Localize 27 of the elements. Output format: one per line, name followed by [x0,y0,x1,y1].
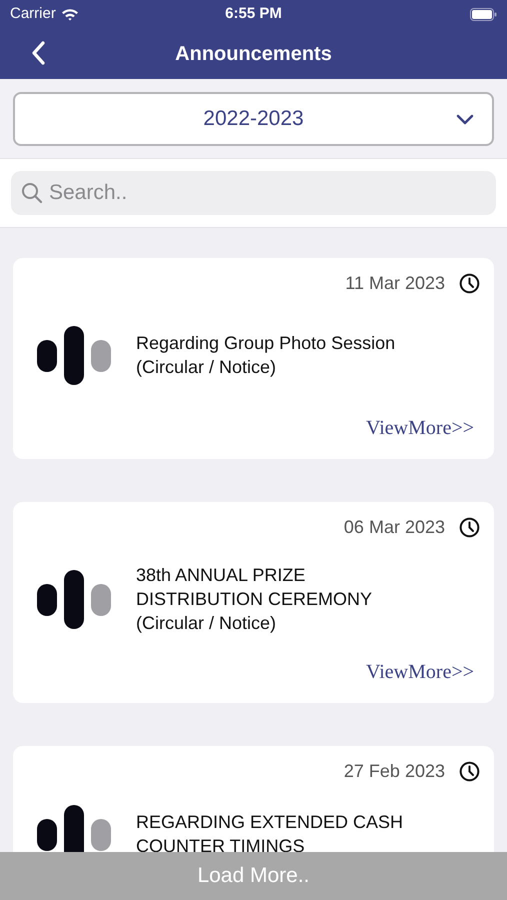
clock-icon [459,517,480,538]
sound-bars-icon [37,804,111,852]
year-dropdown[interactable]: 2022-2023 [13,92,494,146]
sound-bars-icon [37,326,111,384]
announcement-title: 38th ANNUAL PRIZE DISTRIBUTION CEREMONY (Circular / Notice) [136,564,372,635]
view-more-link[interactable]: ViewMore>> [366,657,474,687]
view-more-link[interactable]: ViewMore>> [366,413,474,443]
back-chevron-icon [31,41,45,65]
announcement-title: Regarding Group Photo Session (Circular / Notice) [136,332,396,379]
date-label: 27 Feb 2023 [344,760,445,783]
wifi-icon [60,8,79,20]
chevron-down-icon [456,114,474,124]
status-time: 6:55 PM [225,4,282,24]
announcement-title: REGARDING EXTENDED CASH COUNTER TIMINGS [136,811,404,852]
battery-icon [470,8,497,20]
date-label: 06 Mar 2023 [344,516,445,539]
search-icon [21,182,43,204]
search-field[interactable]: Search.. [11,171,496,215]
announcement-card[interactable]: 11 Mar 2023 Regarding Group Photo Session (Circular / Notice) ViewMore>> [13,258,494,459]
carrier-label: Carrier [10,4,56,24]
date-label: 11 Mar 2023 [345,272,445,295]
clock-icon [459,761,480,782]
sound-bars-icon [37,570,111,628]
page-title: Announcements [175,42,332,66]
clock-icon [459,273,480,294]
announcement-card[interactable]: 06 Mar 2023 38th ANNUAL PRIZE DISTRIBUTION CEREMONY (Circular / Notice) ViewMore>> [13,502,494,703]
announcement-card[interactable]: 27 Feb 2023 REGARDING EXTENDED CASH COUNTER TIMINGS [13,746,494,852]
